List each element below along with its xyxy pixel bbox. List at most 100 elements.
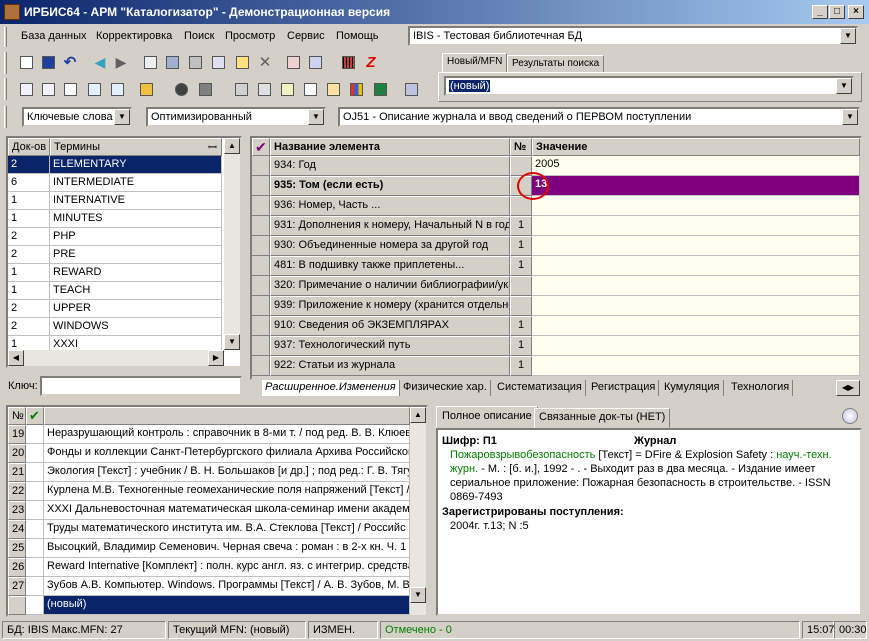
chevron-down-icon[interactable]: ▼ [308,109,324,125]
undo-icon[interactable]: ↶ [61,53,79,71]
records-header-num[interactable]: № [8,407,26,425]
record-row[interactable]: 20 Фонды и коллекции Санкт-Петербургского… [8,444,410,463]
message-reply-icon[interactable] [108,80,126,98]
record-row[interactable]: 21 Экология [Текст] : учебник / В. Н. Бол… [8,463,410,482]
export-icon[interactable] [306,53,324,71]
field-value[interactable] [532,236,860,256]
record-row[interactable]: 19 Неразрушающий контроль : справочник в … [8,425,410,444]
import-icon[interactable] [284,53,302,71]
chevron-down-icon[interactable]: ▼ [840,28,856,44]
tab-full-description[interactable]: Полное описание [436,406,538,428]
close-button[interactable]: × [848,5,864,19]
field-value[interactable] [532,296,860,316]
key-input[interactable] [40,376,242,396]
tab-linked-docs[interactable]: Связанные док-ты (НЕТ) [534,408,671,428]
dict-hscroll[interactable]: ◀ ▶ [8,350,224,366]
fields-header-name[interactable]: Название элемента [270,138,510,156]
dictionary-row[interactable]: 1 TEACH [8,282,222,300]
fields-header-num[interactable]: № [510,138,532,156]
dictionary-row[interactable]: 1 INTERNATIVE [8,192,222,210]
dictionary-row[interactable]: 2 UPPER [8,300,222,318]
tab-scroll-icon[interactable]: ◀▶ [836,380,860,396]
excel-icon[interactable] [371,80,389,98]
menu-search[interactable]: Поиск [184,30,214,42]
record-check[interactable] [26,596,44,615]
maximize-button[interactable]: □ [829,5,845,19]
field-row[interactable]: 922: Статьи из журнала 1 [252,356,860,376]
refresh-icon[interactable] [842,408,858,424]
folder-icon[interactable] [196,80,214,98]
field-row[interactable]: 936: Номер, Часть ... [252,196,860,216]
stamp-icon[interactable] [186,53,204,71]
tab-new-mfn[interactable]: Новый/MFN [442,53,508,73]
worksheet-select[interactable]: OJ51 - Описание журнала и ввод сведений … [338,107,860,127]
scroll-up-icon[interactable]: ▲ [410,407,426,423]
scroll-up-icon[interactable]: ▲ [224,138,240,154]
field-value[interactable] [532,216,860,236]
mail-icon[interactable] [61,80,79,98]
records-check-icon[interactable]: ✔ [26,407,44,425]
chart-icon[interactable] [347,80,365,98]
pin-icon[interactable]: ꟷ [208,140,217,155]
field-value[interactable] [532,276,860,296]
report-icon[interactable] [278,80,296,98]
record-row[interactable]: (новый) [8,596,410,615]
database-select[interactable]: IBIS - Тестовая библиотечная БД ▼ [408,26,858,46]
field-row[interactable]: 481: В подшивку также приплетены... 1 [252,256,860,276]
field-row[interactable]: 931: Дополнения к номеру, Начальный N в … [252,216,860,236]
back-icon[interactable]: ◀ [91,53,109,71]
field-value[interactable] [532,316,860,336]
new-doc-icon[interactable] [17,53,35,71]
record-check[interactable] [26,444,44,463]
field-value[interactable] [532,256,860,276]
field-row[interactable]: 937: Технологический путь 1 [252,336,860,356]
export-doc-icon[interactable] [324,80,342,98]
tab-search-results[interactable]: Результаты поиска [507,55,605,73]
record-check[interactable] [26,463,44,482]
scroll-down-icon[interactable]: ▼ [410,587,426,603]
table-icon[interactable] [163,53,181,71]
fields-tab[interactable]: Расширенное.Изменения [262,380,400,396]
delete-icon[interactable]: ✕ [256,53,274,71]
field-row[interactable]: 934: Год 2005 [252,156,860,176]
field-row[interactable]: 910: Сведения об ЭКЗЕМПЛЯРАХ 1 [252,316,860,336]
forward-icon[interactable]: ▶ [112,53,130,71]
tree-icon[interactable] [209,53,227,71]
chevron-down-icon[interactable]: ▼ [836,78,852,94]
scroll-down-icon[interactable]: ▼ [224,334,240,350]
fields-tab[interactable]: Технология [728,380,794,396]
record-row[interactable]: 25 Высоцкий, Владимир Семенович. Черная с… [8,539,410,558]
field-value[interactable] [532,196,860,216]
fields-tab[interactable]: Регистрация [588,380,660,396]
print-icon[interactable] [232,80,250,98]
field-value[interactable]: 2005 [532,156,860,176]
optimized-select[interactable]: Оптимизированный ▼ [146,107,326,127]
field-row[interactable]: 935: Том (если есть) 13 [252,176,860,196]
dictionary-row[interactable]: 2 WINDOWS [8,318,222,336]
dictionary-row[interactable]: 2 ELEMENTARY [8,156,222,174]
record-row[interactable]: 23 XXXI Дальневосточная математическая шк… [8,501,410,520]
record-row[interactable]: 27 Зубов А.В. Компьютер. Windows. Програм… [8,577,410,596]
edit-icon[interactable] [233,53,251,71]
record-check[interactable] [26,501,44,520]
menu-service[interactable]: Сервис [287,30,325,42]
brush-icon[interactable] [137,80,155,98]
scroll-right-icon[interactable]: ▶ [208,350,224,366]
z3950-icon[interactable]: Z [362,53,380,71]
minimize-button[interactable]: _ [812,5,828,19]
print-list-icon[interactable] [255,80,273,98]
dictionary-row[interactable]: 2 PRE [8,246,222,264]
chevron-down-icon[interactable]: ▼ [842,109,858,125]
menu-view[interactable]: Просмотр [225,30,275,42]
dictionary-row[interactable]: 6 INTERMEDIATE [8,174,222,192]
field-row[interactable]: 320: Примечание о наличии библиографии/у… [252,276,860,296]
menu-help[interactable]: Помощь [336,30,379,42]
dict-header-term[interactable]: Термины ꟷ [50,138,222,156]
message-icon[interactable] [85,80,103,98]
comment-edit-icon[interactable] [39,80,57,98]
record-row[interactable]: 26 Reward Internative [Комплект] : полн. … [8,558,410,577]
search-mode-select[interactable]: Ключевые слова ▼ [22,107,132,127]
docs-icon[interactable] [301,80,319,98]
fields-tab[interactable]: Систематизация [494,380,586,396]
settings-doc-icon[interactable] [402,80,420,98]
